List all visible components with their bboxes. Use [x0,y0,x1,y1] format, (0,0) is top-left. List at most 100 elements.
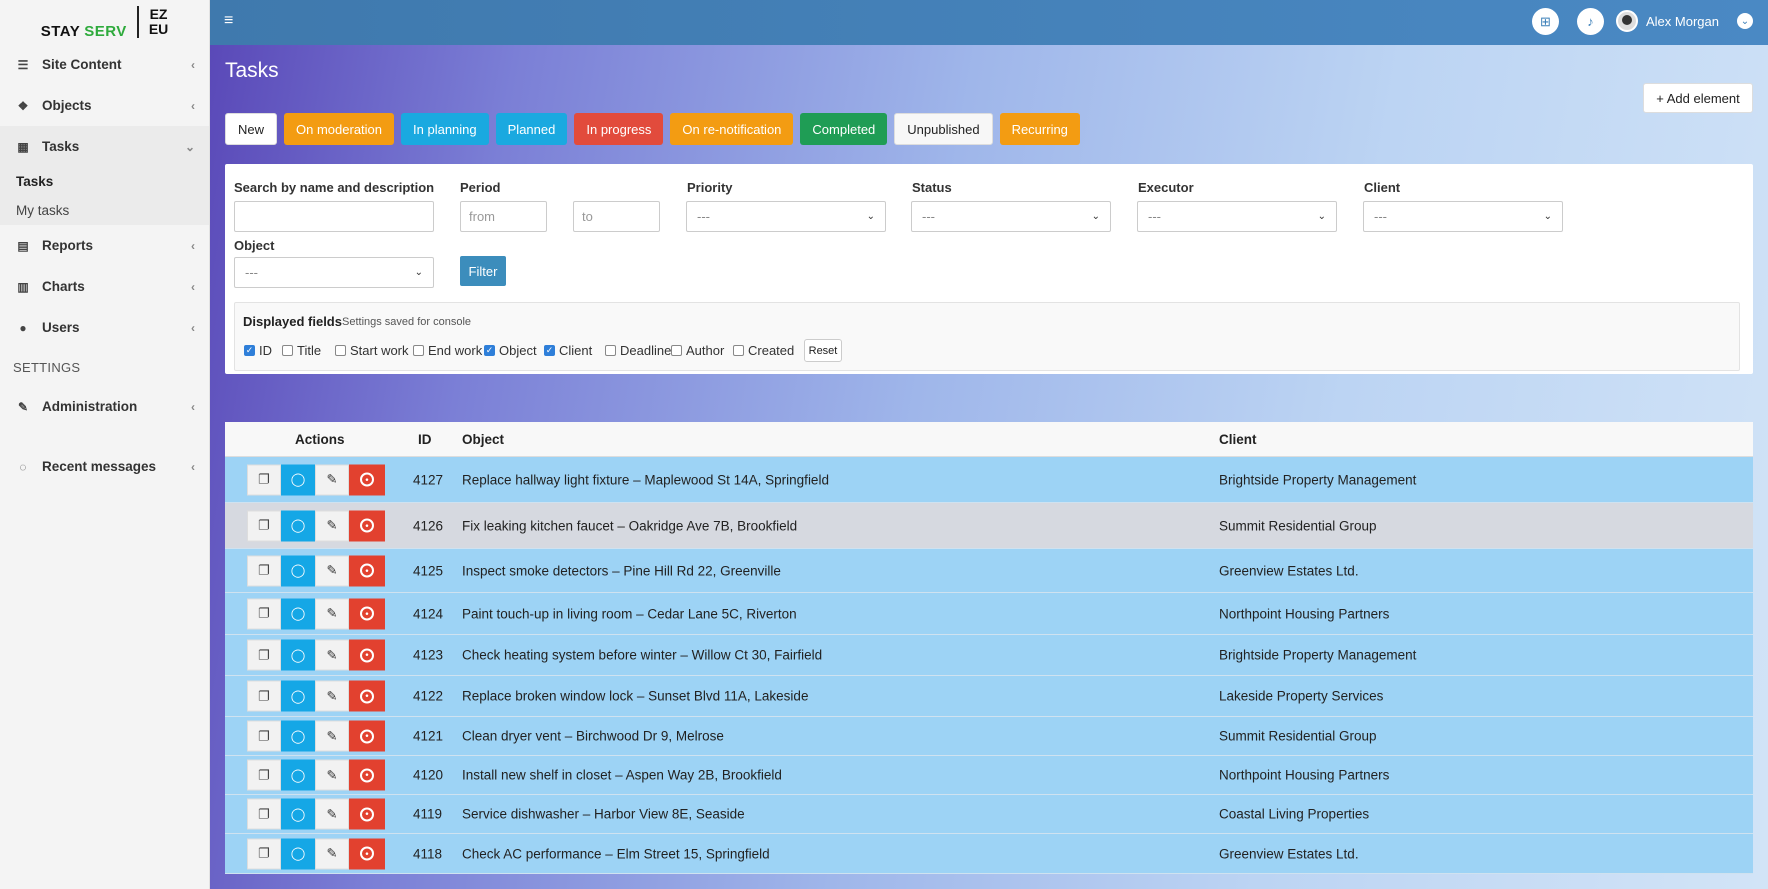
table-row[interactable]: ❐ ◯ ✎ • 4120 Install new shelf in closet – As… [225,756,1753,795]
pencil-icon[interactable]: ✎ [315,798,349,830]
copy-icon[interactable]: ❐ [247,598,281,629]
field-checkbox-title[interactable]: Title [282,343,321,358]
checkbox-checked-icon[interactable]: ✓ [484,345,495,356]
pencil-icon[interactable]: ✎ [315,720,349,752]
status-select[interactable]: --- ⌄ [911,201,1111,232]
delete-icon[interactable]: • [349,798,385,830]
copy-icon[interactable]: ❐ [247,555,281,586]
pencil-icon[interactable]: ✎ [315,555,349,586]
field-checkbox-author[interactable]: Author [671,343,724,358]
pencil-icon[interactable]: ✎ [315,464,349,495]
header-object[interactable]: Object [462,432,504,447]
status-button-new[interactable]: New [225,113,278,145]
table-row[interactable]: ❐ ◯ ✎ • 4127 Replace hallway light fixture – … [225,457,1753,503]
copy-icon[interactable]: ❐ [247,759,281,791]
table-row[interactable]: ❐ ◯ ✎ • 4126 Fix leaking kitchen faucet – Oak… [225,503,1753,549]
comment-icon[interactable]: ◯ [281,720,315,752]
comment-icon[interactable]: ◯ [281,759,315,791]
comment-icon[interactable]: ◯ [281,680,315,712]
copy-icon[interactable]: ❐ [247,639,281,671]
sidebar-item-administration[interactable]: ✎ Administration ‹ [0,386,209,427]
comment-icon[interactable]: ◯ [281,798,315,830]
sidebar-subitem-tasks[interactable]: Tasks [0,167,209,196]
logo[interactable]: STAY SERV EZ EU [0,0,209,44]
status-button-on-moderation[interactable]: On moderation [284,113,395,145]
executor-select[interactable]: --- ⌄ [1137,201,1337,232]
language-icon[interactable]: ⊞ [1532,8,1559,35]
table-row[interactable]: ❐ ◯ ✎ • 4119 Service dishwasher – Harbor View… [225,795,1753,834]
checkbox-unchecked-icon[interactable] [413,345,424,356]
copy-icon[interactable]: ❐ [247,798,281,830]
pencil-icon[interactable]: ✎ [315,639,349,671]
checkbox-checked-icon[interactable]: ✓ [544,345,555,356]
comment-icon[interactable]: ◯ [281,555,315,586]
field-checkbox-end-work[interactable]: End work [413,343,482,358]
copy-icon[interactable]: ❐ [247,838,281,869]
field-checkbox-deadline[interactable]: Deadline [605,343,671,358]
comment-icon[interactable]: ◯ [281,639,315,671]
sidebar-item-charts[interactable]: ▥ Charts ‹ [0,266,209,307]
status-button-in-progress[interactable]: In progress [574,113,664,145]
checkbox-unchecked-icon[interactable] [671,345,682,356]
field-checkbox-id[interactable]: ✓ ID [244,343,272,358]
comment-icon[interactable]: ◯ [281,838,315,869]
checkbox-unchecked-icon[interactable] [605,345,616,356]
sidebar-item-users[interactable]: ● Users ‹ [0,307,209,348]
delete-icon[interactable]: • [349,639,385,671]
comment-icon[interactable]: ◯ [281,464,315,495]
delete-icon[interactable]: • [349,720,385,752]
object-select[interactable]: --- ⌄ [234,257,434,288]
pencil-icon[interactable]: ✎ [315,759,349,791]
delete-icon[interactable]: • [349,680,385,712]
sidebar-item-reports[interactable]: ▤ Reports ‹ [0,225,209,266]
status-button-completed[interactable]: Completed [800,113,888,145]
filter-button[interactable]: Filter [460,256,506,286]
copy-icon[interactable]: ❐ [247,720,281,752]
checkbox-unchecked-icon[interactable] [282,345,293,356]
delete-icon[interactable]: • [349,464,385,495]
comment-icon[interactable]: ◯ [281,598,315,629]
table-row[interactable]: ❐ ◯ ✎ • 4118 Check AC performance – Elm Stree… [225,834,1753,874]
sidebar-item-site-content[interactable]: ☰ Site Content ‹ [0,44,209,85]
table-row[interactable]: ❐ ◯ ✎ • 4122 Replace broken window lock – Sun… [225,676,1753,717]
status-button-unpublished[interactable]: Unpublished [894,113,993,145]
client-select[interactable]: --- ⌄ [1363,201,1563,232]
copy-icon[interactable]: ❐ [247,464,281,495]
sidebar-item-tasks[interactable]: ▦ Tasks ⌄ [0,126,209,167]
pencil-icon[interactable]: ✎ [315,598,349,629]
period-from-input[interactable]: from [460,201,547,232]
table-row[interactable]: ❐ ◯ ✎ • 4124 Paint touch-up in living room – … [225,593,1753,635]
delete-icon[interactable]: • [349,598,385,629]
field-checkbox-client[interactable]: ✓ Client [544,343,592,358]
delete-icon[interactable]: • [349,555,385,586]
checkbox-unchecked-icon[interactable] [335,345,346,356]
comment-icon[interactable]: ◯ [281,510,315,541]
field-checkbox-created[interactable]: Created [733,343,794,358]
delete-icon[interactable]: • [349,838,385,869]
table-row[interactable]: ❐ ◯ ✎ • 4125 Inspect smoke detectors – Pine H… [225,549,1753,593]
user-menu[interactable]: Alex Morgan ⌄ [1616,10,1753,32]
status-button-planned[interactable]: Planned [495,113,568,145]
period-to-input[interactable]: to [573,201,660,232]
field-checkbox-start-work[interactable]: Start work [335,343,409,358]
field-checkbox-object[interactable]: ✓ Object [484,343,537,358]
sidebar-item-recent-messages[interactable]: ◌ Recent messages ‹ [0,446,209,487]
sidebar-subitem-my-tasks[interactable]: My tasks [0,196,209,225]
copy-icon[interactable]: ❐ [247,510,281,541]
bell-icon[interactable]: ♪ [1577,8,1604,35]
priority-select[interactable]: --- ⌄ [686,201,886,232]
status-button-recurring[interactable]: Recurring [999,113,1080,145]
table-row[interactable]: ❐ ◯ ✎ • 4123 Check heating system before wint… [225,635,1753,676]
header-client[interactable]: Client [1219,432,1257,447]
pencil-icon[interactable]: ✎ [315,838,349,869]
copy-icon[interactable]: ❐ [247,680,281,712]
delete-icon[interactable]: • [349,759,385,791]
checkbox-unchecked-icon[interactable] [733,345,744,356]
sidebar-item-objects[interactable]: ❖ Objects ‹ [0,85,209,126]
checkbox-checked-icon[interactable]: ✓ [244,345,255,356]
add-element-button[interactable]: + Add element [1643,83,1753,113]
pencil-icon[interactable]: ✎ [315,510,349,541]
status-button-in-planning[interactable]: In planning [401,113,489,145]
delete-icon[interactable]: • [349,510,385,541]
reset-button[interactable]: Reset [804,339,842,362]
